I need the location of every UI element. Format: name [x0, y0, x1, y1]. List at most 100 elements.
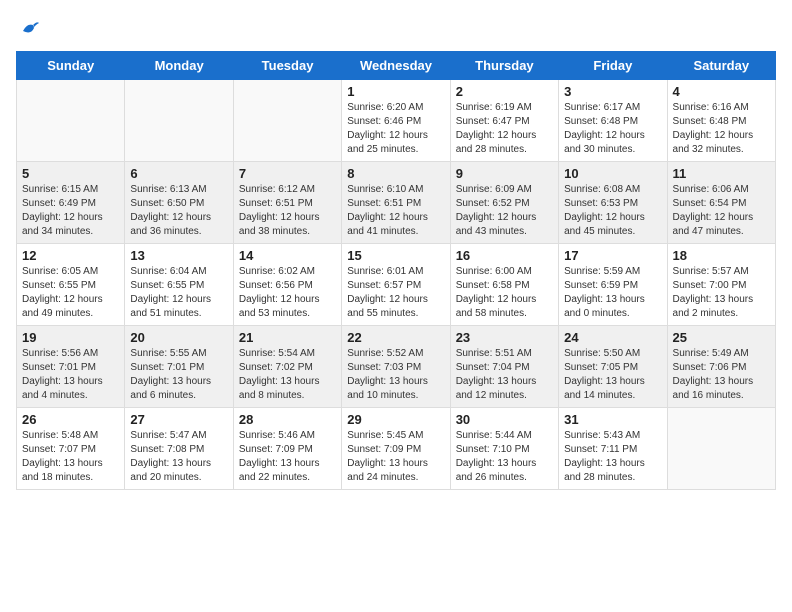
day-number: 11 — [673, 166, 770, 181]
calendar-day-cell: 14Sunrise: 6:02 AMSunset: 6:56 PMDayligh… — [233, 243, 341, 325]
calendar-day-cell: 5 Sunrise: 6:15 AMSunset: 6:49 PMDaylight… — [17, 161, 125, 243]
day-number: 22 — [347, 330, 444, 345]
day-header-monday: Monday — [125, 51, 233, 79]
calendar-day-cell: 19Sunrise: 5:56 AMSunset: 7:01 PMDayligh… — [17, 325, 125, 407]
day-info: Sunrise: 6:05 AMSunset: 6:55 PMDaylight:… — [22, 265, 119, 321]
day-header-thursday: Thursday — [450, 51, 558, 79]
day-number: 30 — [456, 412, 553, 427]
day-number: 13 — [130, 248, 227, 263]
calendar-day-cell: 21 Sunrise: 5:54 AMSunset: 7:02 PMDayligh… — [233, 325, 341, 407]
day-info: Sunrise: 6:04 AMSunset: 6:55 PMDaylight:… — [130, 265, 227, 321]
calendar-day-cell: 13 Sunrise: 6:04 AMSunset: 6:55 PMDayligh… — [125, 243, 233, 325]
calendar-day-cell: 28 Sunrise: 5:46 AMSunset: 7:09 PMDayligh… — [233, 407, 341, 489]
day-number: 24 — [564, 330, 661, 345]
day-info: Sunrise: 6:19 AMSunset: 6:47 PMDaylight:… — [456, 101, 553, 157]
calendar-day-cell — [667, 407, 775, 489]
day-number: 23 — [456, 330, 553, 345]
day-info: Sunrise: 5:50 AMSunset: 7:05 PMDaylight:… — [564, 347, 661, 403]
day-info: Sunrise: 5:52 AMSunset: 7:03 PMDaylight:… — [347, 347, 444, 403]
day-number: 3 — [564, 84, 661, 99]
calendar-week-row: 19Sunrise: 5:56 AMSunset: 7:01 PMDayligh… — [17, 325, 776, 407]
day-info: Sunrise: 6:12 AMSunset: 6:51 PMDaylight:… — [239, 183, 336, 239]
day-info: Sunrise: 5:54 AMSunset: 7:02 PMDaylight:… — [239, 347, 336, 403]
day-info: Sunrise: 5:43 AMSunset: 7:11 PMDaylight:… — [564, 429, 661, 485]
day-info: Sunrise: 6:13 AMSunset: 6:50 PMDaylight:… — [130, 183, 227, 239]
calendar-day-cell: 7 Sunrise: 6:12 AMSunset: 6:51 PMDaylight… — [233, 161, 341, 243]
day-number: 2 — [456, 84, 553, 99]
calendar-week-row: 26Sunrise: 5:48 AMSunset: 7:07 PMDayligh… — [17, 407, 776, 489]
calendar-day-cell: 12 Sunrise: 6:05 AMSunset: 6:55 PMDayligh… — [17, 243, 125, 325]
day-info: Sunrise: 5:48 AMSunset: 7:07 PMDaylight:… — [22, 429, 119, 485]
day-number: 4 — [673, 84, 770, 99]
page-header — [16, 16, 776, 39]
day-info: Sunrise: 6:08 AMSunset: 6:53 PMDaylight:… — [564, 183, 661, 239]
calendar-day-cell: 4 Sunrise: 6:16 AMSunset: 6:48 PMDaylight… — [667, 79, 775, 161]
day-info: Sunrise: 5:47 AMSunset: 7:08 PMDaylight:… — [130, 429, 227, 485]
calendar-day-cell: 26Sunrise: 5:48 AMSunset: 7:07 PMDayligh… — [17, 407, 125, 489]
calendar-day-cell: 8 Sunrise: 6:10 AMSunset: 6:51 PMDaylight… — [342, 161, 450, 243]
calendar-day-cell: 10 Sunrise: 6:08 AMSunset: 6:53 PMDayligh… — [559, 161, 667, 243]
day-number: 18 — [673, 248, 770, 263]
day-info: Sunrise: 6:20 AMSunset: 6:46 PMDaylight:… — [347, 101, 444, 157]
calendar-day-cell: 31Sunrise: 5:43 AMSunset: 7:11 PMDayligh… — [559, 407, 667, 489]
calendar-day-cell: 29Sunrise: 5:45 AMSunset: 7:09 PMDayligh… — [342, 407, 450, 489]
logo-bird-icon — [19, 17, 41, 39]
day-number: 12 — [22, 248, 119, 263]
day-info: Sunrise: 6:06 AMSunset: 6:54 PMDaylight:… — [673, 183, 770, 239]
day-info: Sunrise: 5:57 AMSunset: 7:00 PMDaylight:… — [673, 265, 770, 321]
calendar-week-row: 5 Sunrise: 6:15 AMSunset: 6:49 PMDaylight… — [17, 161, 776, 243]
calendar-day-cell: 6 Sunrise: 6:13 AMSunset: 6:50 PMDaylight… — [125, 161, 233, 243]
day-number: 19 — [22, 330, 119, 345]
calendar-day-cell: 24 Sunrise: 5:50 AMSunset: 7:05 PMDayligh… — [559, 325, 667, 407]
day-number: 17 — [564, 248, 661, 263]
day-header-saturday: Saturday — [667, 51, 775, 79]
day-info: Sunrise: 5:59 AMSunset: 6:59 PMDaylight:… — [564, 265, 661, 321]
calendar-day-cell: 22 Sunrise: 5:52 AMSunset: 7:03 PMDayligh… — [342, 325, 450, 407]
day-header-tuesday: Tuesday — [233, 51, 341, 79]
day-info: Sunrise: 6:00 AMSunset: 6:58 PMDaylight:… — [456, 265, 553, 321]
day-info: Sunrise: 5:46 AMSunset: 7:09 PMDaylight:… — [239, 429, 336, 485]
day-info: Sunrise: 5:49 AMSunset: 7:06 PMDaylight:… — [673, 347, 770, 403]
day-number: 5 — [22, 166, 119, 181]
day-number: 20 — [130, 330, 227, 345]
calendar-day-cell: 27Sunrise: 5:47 AMSunset: 7:08 PMDayligh… — [125, 407, 233, 489]
day-number: 16 — [456, 248, 553, 263]
logo — [16, 16, 41, 39]
calendar-day-cell — [17, 79, 125, 161]
calendar-day-cell — [233, 79, 341, 161]
day-number: 25 — [673, 330, 770, 345]
day-header-wednesday: Wednesday — [342, 51, 450, 79]
calendar-day-cell: 20 Sunrise: 5:55 AMSunset: 7:01 PMDayligh… — [125, 325, 233, 407]
calendar-day-cell: 3 Sunrise: 6:17 AMSunset: 6:48 PMDaylight… — [559, 79, 667, 161]
day-number: 15 — [347, 248, 444, 263]
day-number: 7 — [239, 166, 336, 181]
day-info: Sunrise: 5:45 AMSunset: 7:09 PMDaylight:… — [347, 429, 444, 485]
day-header-friday: Friday — [559, 51, 667, 79]
day-info: Sunrise: 6:16 AMSunset: 6:48 PMDaylight:… — [673, 101, 770, 157]
calendar: SundayMondayTuesdayWednesdayThursdayFrid… — [16, 51, 776, 490]
day-number: 10 — [564, 166, 661, 181]
day-number: 1 — [347, 84, 444, 99]
day-info: Sunrise: 5:55 AMSunset: 7:01 PMDaylight:… — [130, 347, 227, 403]
day-info: Sunrise: 6:10 AMSunset: 6:51 PMDaylight:… — [347, 183, 444, 239]
calendar-week-row: 12 Sunrise: 6:05 AMSunset: 6:55 PMDayligh… — [17, 243, 776, 325]
calendar-day-cell: 15 Sunrise: 6:01 AMSunset: 6:57 PMDayligh… — [342, 243, 450, 325]
day-info: Sunrise: 6:01 AMSunset: 6:57 PMDaylight:… — [347, 265, 444, 321]
day-info: Sunrise: 6:15 AMSunset: 6:49 PMDaylight:… — [22, 183, 119, 239]
day-number: 6 — [130, 166, 227, 181]
calendar-day-cell: 11 Sunrise: 6:06 AMSunset: 6:54 PMDayligh… — [667, 161, 775, 243]
day-number: 9 — [456, 166, 553, 181]
day-number: 8 — [347, 166, 444, 181]
calendar-week-row: 1 Sunrise: 6:20 AMSunset: 6:46 PMDaylight… — [17, 79, 776, 161]
day-info: Sunrise: 6:17 AMSunset: 6:48 PMDaylight:… — [564, 101, 661, 157]
day-number: 21 — [239, 330, 336, 345]
calendar-day-cell: 16 Sunrise: 6:00 AMSunset: 6:58 PMDayligh… — [450, 243, 558, 325]
day-info: Sunrise: 5:44 AMSunset: 7:10 PMDaylight:… — [456, 429, 553, 485]
calendar-day-cell: 18 Sunrise: 5:57 AMSunset: 7:00 PMDayligh… — [667, 243, 775, 325]
day-header-sunday: Sunday — [17, 51, 125, 79]
day-info: Sunrise: 5:51 AMSunset: 7:04 PMDaylight:… — [456, 347, 553, 403]
calendar-day-cell: 2 Sunrise: 6:19 AMSunset: 6:47 PMDaylight… — [450, 79, 558, 161]
day-number: 28 — [239, 412, 336, 427]
calendar-day-cell — [125, 79, 233, 161]
day-info: Sunrise: 6:09 AMSunset: 6:52 PMDaylight:… — [456, 183, 553, 239]
